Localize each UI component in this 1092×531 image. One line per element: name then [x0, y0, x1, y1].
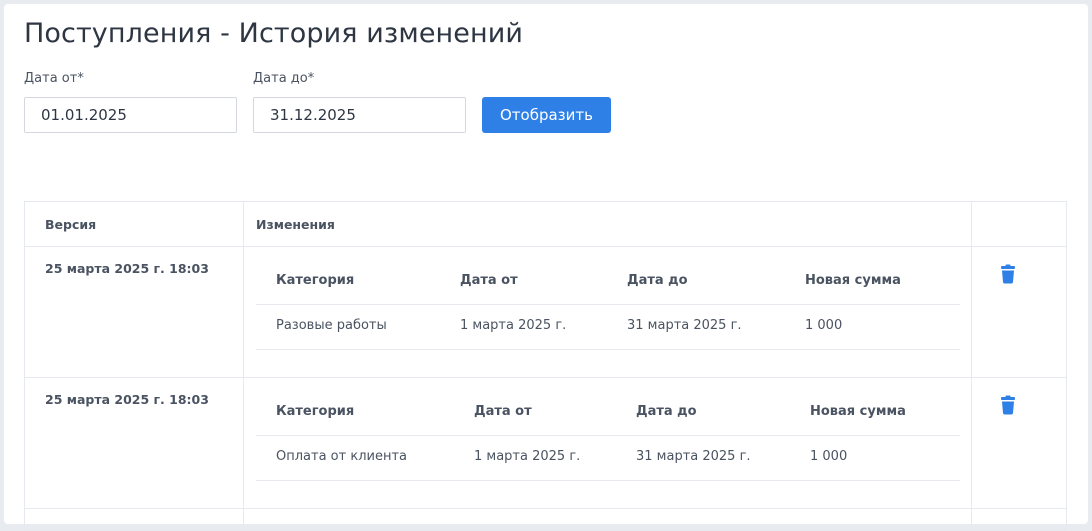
cell-amount: 1 000 — [810, 449, 848, 464]
subtable-header-amount: Новая сумма — [810, 404, 906, 419]
subtable-divider — [256, 435, 960, 436]
trash-icon — [1001, 264, 1015, 284]
cell-date-to: 31 марта 2025 г. — [636, 449, 751, 464]
page-title: Поступления - История изменений — [24, 18, 524, 49]
page-card: Поступления - История изменений Дата от*… — [4, 4, 1088, 531]
subtable-header-date-to: Дата до — [636, 404, 697, 419]
row-divider — [25, 377, 1066, 378]
subtable-divider — [256, 349, 960, 350]
date-to-input[interactable] — [253, 97, 466, 133]
date-from-input[interactable] — [24, 97, 237, 133]
show-button[interactable]: Отобразить — [482, 97, 611, 133]
column-header-version: Версия — [45, 217, 97, 232]
date-to-label: Дата до* — [253, 71, 315, 86]
subtable-header-amount: Новая сумма — [805, 273, 901, 288]
subtable-divider — [256, 480, 960, 481]
column-divider — [243, 202, 244, 530]
delete-button[interactable] — [998, 395, 1018, 417]
subtable-header-date-from: Дата от — [460, 273, 518, 288]
subtable-header-date-from: Дата от — [474, 404, 532, 419]
trash-icon — [1001, 395, 1015, 415]
version-timestamp: 25 марта 2025 г. 18:03 — [45, 392, 209, 407]
cell-date-from: 1 марта 2025 г. — [460, 318, 567, 333]
column-divider — [971, 202, 972, 530]
column-header-changes: Изменения — [256, 217, 335, 232]
subtable-divider — [256, 304, 960, 305]
version-timestamp: 25 марта 2025 г. 18:03 — [45, 261, 209, 276]
delete-button[interactable] — [998, 264, 1018, 286]
date-from-label: Дата от* — [24, 71, 84, 86]
row-divider — [25, 246, 1066, 247]
cell-date-to: 31 марта 2025 г. — [627, 318, 742, 333]
history-table: Версия Изменения 25 марта 2025 г. 18:03 … — [24, 201, 1067, 531]
subtable-header-category: Категория — [276, 404, 355, 419]
cell-category: Разовые работы — [276, 318, 387, 333]
cell-date-from: 1 марта 2025 г. — [474, 449, 581, 464]
subtable-header-date-to: Дата до — [627, 273, 688, 288]
subtable-header-category: Категория — [276, 273, 355, 288]
row-divider — [25, 508, 1066, 509]
cell-amount: 1 000 — [805, 318, 843, 333]
cell-category: Оплата от клиента — [276, 449, 407, 464]
